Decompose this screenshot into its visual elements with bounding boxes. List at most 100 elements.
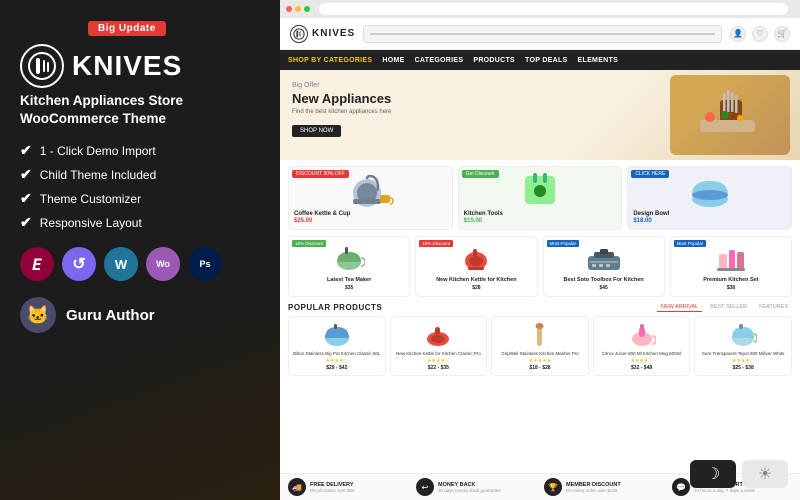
site-content: KNIVES 👤 ♡ 🛒 SHOP BY CATEGORIES HOME CAT… xyxy=(280,18,800,500)
tea-badge-1: 15% Discount xyxy=(292,240,326,247)
hero-offer-label: Big Offer xyxy=(292,82,391,89)
customizer-icon: ↺ xyxy=(62,247,96,281)
benefit-free-delivery: 🚚 FREE DELIVERY On all orders over $50 xyxy=(288,478,408,496)
light-mode-toggle[interactable]: ☀ xyxy=(742,460,788,488)
site-logo-icon-small xyxy=(290,25,308,43)
pop-name-2: New Kitchen Kettle for Kitchen Classic P… xyxy=(395,351,483,357)
popular-product-5-svg xyxy=(729,322,757,348)
site-logo-small: KNIVES xyxy=(290,25,355,43)
wordpress-icon: W xyxy=(104,247,138,281)
popular-products-title: POPULAR PRODUCTS xyxy=(288,303,382,312)
nav-top-deals[interactable]: TOP DEALS xyxy=(525,57,568,64)
hero-subtitle: Find the best kitchen appliances here xyxy=(292,109,391,115)
site-logo-text-small: KNIVES xyxy=(312,28,355,39)
popular-card-2: New Kitchen Kettle for Kitchen Classic P… xyxy=(390,316,488,376)
feature-1: ✔ 1 - Click Demo Import xyxy=(20,142,260,159)
dark-mode-toggle[interactable]: ☽ xyxy=(690,460,736,488)
nav-products[interactable]: PRODUCTS xyxy=(473,57,515,64)
left-panel: Big Update KNIVES Kitchen Appliances Sto… xyxy=(0,0,280,500)
benefit-money-back: ↩ MONEY BACK 30 days money back guarante… xyxy=(416,478,536,496)
benefit-title-3: MEMBER DISCOUNT xyxy=(566,482,621,488)
feature-3: ✔ Theme Customizer xyxy=(20,190,260,207)
pop-name-4: Citrus Juicer 800 Ml Kitchen Mug 600ml xyxy=(598,351,686,357)
benefit-sub-3: On every order over $140 xyxy=(566,488,621,493)
benefit-sub-1: On all orders over $50 xyxy=(310,488,355,493)
discount-card-1: DISCOUNT 30% OFF xyxy=(288,166,453,230)
card-price-3: $18.00 xyxy=(633,218,786,224)
site-nav: SHOP BY CATEGORIES HOME CATEGORIES PRODU… xyxy=(280,50,800,70)
return-icon: ↩ xyxy=(416,478,434,496)
site-logo-svg-small xyxy=(293,28,305,40)
popular-card-1: Bilton Stainless Big Pot Kitchen Classic… xyxy=(288,316,386,376)
benefit-text-1: FREE DELIVERY On all orders over $50 xyxy=(310,482,355,493)
hero-title: New Appliances xyxy=(292,91,391,107)
logo-icon xyxy=(20,44,64,88)
pop-stars-3: ★★★★★ xyxy=(496,358,584,364)
tab-best-seller[interactable]: BEST SELLER xyxy=(706,303,751,312)
tab-new-arrival[interactable]: NEW ARRIVAL xyxy=(657,303,702,312)
support-icon: 💬 xyxy=(672,478,690,496)
pop-stars-5: ★★★★☆ xyxy=(699,358,787,364)
header-icons: 👤 ♡ 🛒 xyxy=(730,26,790,42)
pop-img-5 xyxy=(699,321,787,349)
right-panel: KNIVES 👤 ♡ 🛒 SHOP BY CATEGORIES HOME CAT… xyxy=(280,0,800,500)
popular-card-5: Sure Transparent Tepot 800 Miliver White… xyxy=(694,316,792,376)
benefit-sub-2: 30 days money back guarantee xyxy=(438,488,501,493)
discount-badge-3: CLICK HERE xyxy=(631,170,669,178)
tea-price-4: $38 xyxy=(676,285,786,291)
header-search-bar[interactable] xyxy=(363,25,722,43)
hero-section: Big Offer New Appliances Find the best k… xyxy=(280,70,800,160)
pop-stars-1: ★★★★☆ xyxy=(293,358,381,364)
moon-icon: ☽ xyxy=(706,464,720,484)
pop-name-3: GripWell Stainless Kitchen Masher Pro xyxy=(496,351,584,357)
pop-stars-2: ★★★★☆ xyxy=(395,358,483,364)
wishlist-icon[interactable]: ♡ xyxy=(752,26,768,42)
hero-image-block xyxy=(670,75,790,155)
cart-icon[interactable]: 🛒 xyxy=(774,26,790,42)
hero-appliances-svg xyxy=(690,85,770,145)
discount-icon: 🏆 xyxy=(544,478,562,496)
user-icon[interactable]: 👤 xyxy=(730,26,746,42)
guru-author-icon: 🐱 xyxy=(20,297,56,333)
browser-dot-expand xyxy=(304,6,310,12)
hero-shop-button[interactable]: SHOP NOW xyxy=(292,125,341,137)
tab-features[interactable]: FEATURES xyxy=(755,303,792,312)
sun-icon: ☀ xyxy=(758,464,772,484)
hero-image xyxy=(670,75,790,155)
popular-card-4: Citrus Juicer 800 Ml Kitchen Mug 600ml ★… xyxy=(593,316,691,376)
nav-categories[interactable]: CATEGORIES xyxy=(415,57,464,64)
pop-name-5: Sure Transparent Tepot 800 Miliver White xyxy=(699,351,787,357)
logo-text: KNIVES xyxy=(72,50,182,82)
pop-img-4 xyxy=(598,321,686,349)
tea-price-1: $35 xyxy=(294,285,404,291)
popular-product-4-svg xyxy=(628,322,656,348)
popular-card-3: GripWell Stainless Kitchen Masher Pro ★★… xyxy=(491,316,589,376)
guru-author-label: Guru Author xyxy=(66,307,155,324)
guru-row: 🐱 Guru Author xyxy=(20,297,260,333)
card-title-3: Design Bowl xyxy=(633,211,786,217)
card-price-2: $15.00 xyxy=(464,218,617,224)
search-line xyxy=(370,33,715,35)
check-icon-2: ✔ xyxy=(20,166,32,183)
discount-cards-grid: DISCOUNT 30% OFF xyxy=(288,166,792,230)
tea-card-3: Most Popular xyxy=(543,236,665,297)
popular-product-2-svg xyxy=(424,322,452,348)
design-bowl-svg xyxy=(685,171,735,209)
tea-badge-3: Most Popular xyxy=(547,240,580,247)
card-price-1: $25.00 xyxy=(294,218,447,224)
nav-shop-categories[interactable]: SHOP BY CATEGORIES xyxy=(288,57,372,64)
theme-toggle: ☽ ☀ xyxy=(690,460,788,488)
discount-card-3: CLICK HERE Design Bowl $18.00 xyxy=(627,166,792,230)
tea-badge-2: 15% Discount xyxy=(419,240,453,247)
pop-img-2 xyxy=(395,321,483,349)
pop-stars-4: ★★★★☆ xyxy=(598,358,686,364)
nav-elements[interactable]: ELEMENTS xyxy=(578,57,619,64)
big-update-badge: Big Update xyxy=(88,21,166,36)
browser-dot-minimize xyxy=(295,6,301,12)
nav-home[interactable]: HOME xyxy=(382,57,404,64)
feature-2: ✔ Child Theme Included xyxy=(20,166,260,183)
discount-badge-2: Get Discount xyxy=(462,170,499,178)
benefit-title-1: FREE DELIVERY xyxy=(310,482,355,488)
tea-card-4: Most Popular Premium Kitchen Set $38 xyxy=(670,236,792,297)
browser-bar xyxy=(280,0,800,18)
